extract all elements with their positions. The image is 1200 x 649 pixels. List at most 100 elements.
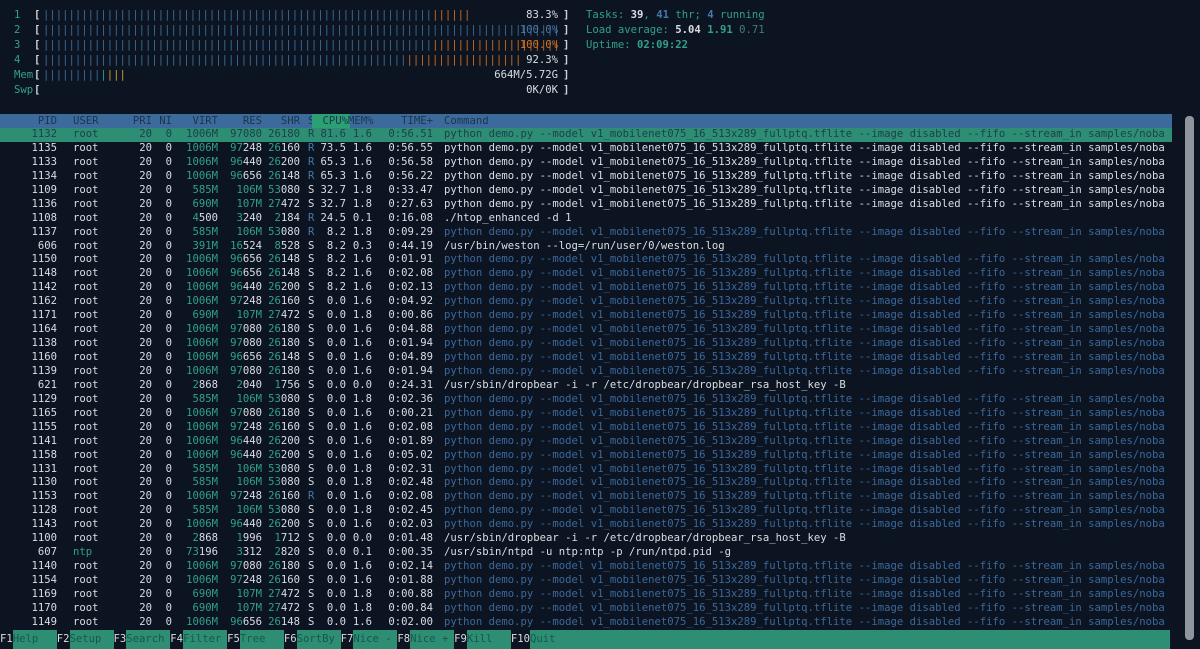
process-row-1162[interactable]: 1162root2001006M9724826160S0.01.60:04.92… bbox=[0, 295, 1172, 309]
process-row-1149[interactable]: 1149root2001006M9665626148S0.01.60:02.00… bbox=[0, 616, 1172, 630]
process-row-1160[interactable]: 1160root2001006M9665626148S0.01.60:04.89… bbox=[0, 351, 1172, 365]
res-cell: 2040 bbox=[220, 379, 262, 393]
cpu-pct-cell: 24.5 bbox=[316, 212, 346, 226]
column-header-shr[interactable]: SHR bbox=[262, 114, 300, 128]
scrollbar-thumb[interactable] bbox=[1185, 116, 1194, 640]
priority-cell: 20 bbox=[110, 518, 152, 532]
res-cell: 106M bbox=[220, 184, 262, 198]
time-cell: 0:56.58 bbox=[374, 156, 433, 170]
priority-cell: 20 bbox=[110, 421, 152, 435]
process-row-1139[interactable]: 1139root2001006M9708026180S0.01.60:01.94… bbox=[0, 365, 1172, 379]
column-header-cmd[interactable]: Command bbox=[444, 114, 1174, 128]
fkey-f10-quit[interactable]: F10Quit bbox=[511, 630, 574, 649]
process-row-1135[interactable]: 1135root2001006M9724826160R73.51.60:56.5… bbox=[0, 142, 1172, 156]
process-row-1129[interactable]: 1129root200585M106M53080S0.01.80:02.36py… bbox=[0, 393, 1172, 407]
shr-cell: 53080 bbox=[262, 226, 300, 240]
mem-pct-cell: 1.6 bbox=[348, 156, 372, 170]
process-row-1132[interactable]: 1132root2001006M9708026180R81.61.60:56.5… bbox=[0, 128, 1172, 142]
column-header-ni[interactable]: NI bbox=[154, 114, 172, 128]
process-row-1138[interactable]: 1138root2001006M9708026180S0.01.60:01.94… bbox=[0, 337, 1172, 351]
column-header-mem[interactable]: MEM% bbox=[348, 114, 372, 128]
fkey-f2-setup[interactable]: F2Setup bbox=[57, 630, 114, 649]
nice-cell: 0 bbox=[154, 198, 172, 212]
nice-cell: 0 bbox=[154, 407, 172, 421]
nice-cell: 0 bbox=[154, 337, 172, 351]
process-row-1140[interactable]: 1140root2001006M9708026180S0.01.60:02.14… bbox=[0, 560, 1172, 574]
fkey-f8-nice[interactable]: F8Nice + bbox=[397, 630, 454, 649]
pid-cell: 1128 bbox=[0, 504, 57, 518]
fkey-f3-search[interactable]: F3Search bbox=[114, 630, 171, 649]
process-row-1142[interactable]: 1142root2001006M9644026200S8.21.60:02.13… bbox=[0, 281, 1172, 295]
process-row-1141[interactable]: 1141root2001006M9644026200S0.01.60:01.89… bbox=[0, 435, 1172, 449]
priority-cell: 20 bbox=[110, 226, 152, 240]
process-row-1137[interactable]: 1137root200585M106M53080R8.21.80:09.29py… bbox=[0, 226, 1172, 240]
column-header-time[interactable]: TIME+ bbox=[374, 114, 433, 128]
nice-cell: 0 bbox=[154, 574, 172, 588]
res-cell: 1996 bbox=[220, 532, 262, 546]
nice-cell: 0 bbox=[154, 295, 172, 309]
cpu-pct-cell: 0.0 bbox=[316, 504, 346, 518]
process-table: 1132root2001006M9708026180R81.61.60:56.5… bbox=[0, 128, 1200, 630]
fkey-f1-help[interactable]: F1Help bbox=[0, 630, 57, 649]
cpu-pct-cell: 0.0 bbox=[316, 295, 346, 309]
process-row-606[interactable]: 606root200391M165248528S8.20.30:44.19/us… bbox=[0, 240, 1172, 254]
process-row-1148[interactable]: 1148root2001006M9665626148S8.21.60:02.08… bbox=[0, 267, 1172, 281]
process-row-1169[interactable]: 1169root200690M107M27472S0.01.80:00.88py… bbox=[0, 588, 1172, 602]
priority-cell: 20 bbox=[110, 560, 152, 574]
fkey-f4-filter[interactable]: F4Filter bbox=[170, 630, 227, 649]
priority-cell: 20 bbox=[110, 170, 152, 184]
cpu-pct-cell: 8.2 bbox=[316, 267, 346, 281]
virt-cell: 1006M bbox=[176, 421, 218, 435]
process-row-1100[interactable]: 1100root200286819961712S0.00.00:01.48/us… bbox=[0, 532, 1172, 546]
process-row-1108[interactable]: 1108root200450032402184R24.50.10:16.08./… bbox=[0, 212, 1172, 226]
virt-cell: 2868 bbox=[176, 379, 218, 393]
process-row-1171[interactable]: 1171root200690M107M27472S0.01.80:00.86py… bbox=[0, 309, 1172, 323]
command-cell: python demo.py --model v1_mobilenet075_1… bbox=[444, 253, 1174, 267]
nice-cell: 0 bbox=[154, 463, 172, 477]
res-cell: 107M bbox=[220, 198, 262, 212]
shr-cell: 53080 bbox=[262, 476, 300, 490]
process-row-1170[interactable]: 1170root200690M107M27472S0.01.80:00.84py… bbox=[0, 602, 1172, 616]
process-row-621[interactable]: 621root200286820401756S0.00.00:24.31/usr… bbox=[0, 379, 1172, 393]
mem-pct-cell: 1.8 bbox=[348, 476, 372, 490]
meter-open-bracket: [ bbox=[34, 23, 40, 38]
process-row-1154[interactable]: 1154root2001006M9724826160S0.01.60:01.88… bbox=[0, 574, 1172, 588]
shr-cell: 53080 bbox=[262, 184, 300, 198]
process-row-607[interactable]: 607ntp2007319633122820S0.00.10:00.35/usr… bbox=[0, 546, 1172, 560]
fkey-f5-tree[interactable]: F5Tree bbox=[227, 630, 284, 649]
column-header-pid[interactable]: PID bbox=[0, 114, 57, 128]
column-header-virt[interactable]: VIRT bbox=[176, 114, 218, 128]
fkey-action-label: Tree bbox=[240, 630, 284, 649]
nice-cell: 0 bbox=[154, 142, 172, 156]
process-row-1130[interactable]: 1130root200585M106M53080S0.01.80:02.48py… bbox=[0, 476, 1172, 490]
fkey-f6-sortby[interactable]: F6SortBy bbox=[284, 630, 341, 649]
process-row-1153[interactable]: 1153root2001006M9724826160R0.01.60:02.08… bbox=[0, 490, 1172, 504]
fkey-f7-nice[interactable]: F7Nice - bbox=[341, 630, 398, 649]
column-header-res[interactable]: RES bbox=[220, 114, 262, 128]
process-row-1128[interactable]: 1128root200585M106M53080S0.01.80:02.45py… bbox=[0, 504, 1172, 518]
time-cell: 0:56.22 bbox=[374, 170, 433, 184]
process-row-1164[interactable]: 1164root2001006M9708026180S0.01.60:04.88… bbox=[0, 323, 1172, 337]
process-row-1134[interactable]: 1134root2001006M9665626148R65.31.60:56.2… bbox=[0, 170, 1172, 184]
process-row-1155[interactable]: 1155root2001006M9724826160S0.01.60:02.08… bbox=[0, 421, 1172, 435]
process-row-1131[interactable]: 1131root200585M106M53080S0.01.80:02.31py… bbox=[0, 463, 1172, 477]
process-row-1150[interactable]: 1150root2001006M9665626148S8.21.60:01.91… bbox=[0, 253, 1172, 267]
shr-cell: 26180 bbox=[262, 337, 300, 351]
meter-label: 3 bbox=[14, 38, 20, 53]
process-row-1133[interactable]: 1133root2001006M9644026200R65.31.60:56.5… bbox=[0, 156, 1172, 170]
tasks-summary: Tasks: 39, 41 thr; 4 running bbox=[586, 8, 765, 23]
meter-cpu3: 3[||||||||||||||||||||||||||||||||||||||… bbox=[14, 38, 570, 53]
process-row-1165[interactable]: 1165root2001006M9708026180S0.01.60:00.21… bbox=[0, 407, 1172, 421]
column-header-cpu[interactable]: CPU% bbox=[312, 114, 350, 128]
fkey-label: F10 bbox=[511, 630, 530, 649]
pid-cell: 1140 bbox=[0, 560, 57, 574]
process-row-1143[interactable]: 1143root2001006M9644026200S0.01.60:02.03… bbox=[0, 518, 1172, 532]
command-cell: python demo.py --model v1_mobilenet075_1… bbox=[444, 267, 1174, 281]
column-header-pri[interactable]: PRI bbox=[110, 114, 152, 128]
process-row-1158[interactable]: 1158root2001006M9644026200S0.01.60:05.02… bbox=[0, 449, 1172, 463]
process-row-1136[interactable]: 1136root200690M107M27472S32.71.80:27.63p… bbox=[0, 198, 1172, 212]
fkey-label: F9 bbox=[454, 630, 467, 649]
fkey-f9-kill[interactable]: F9Kill bbox=[454, 630, 511, 649]
process-row-1109[interactable]: 1109root200585M106M53080S32.71.80:33.47p… bbox=[0, 184, 1172, 198]
pid-cell: 1164 bbox=[0, 323, 57, 337]
